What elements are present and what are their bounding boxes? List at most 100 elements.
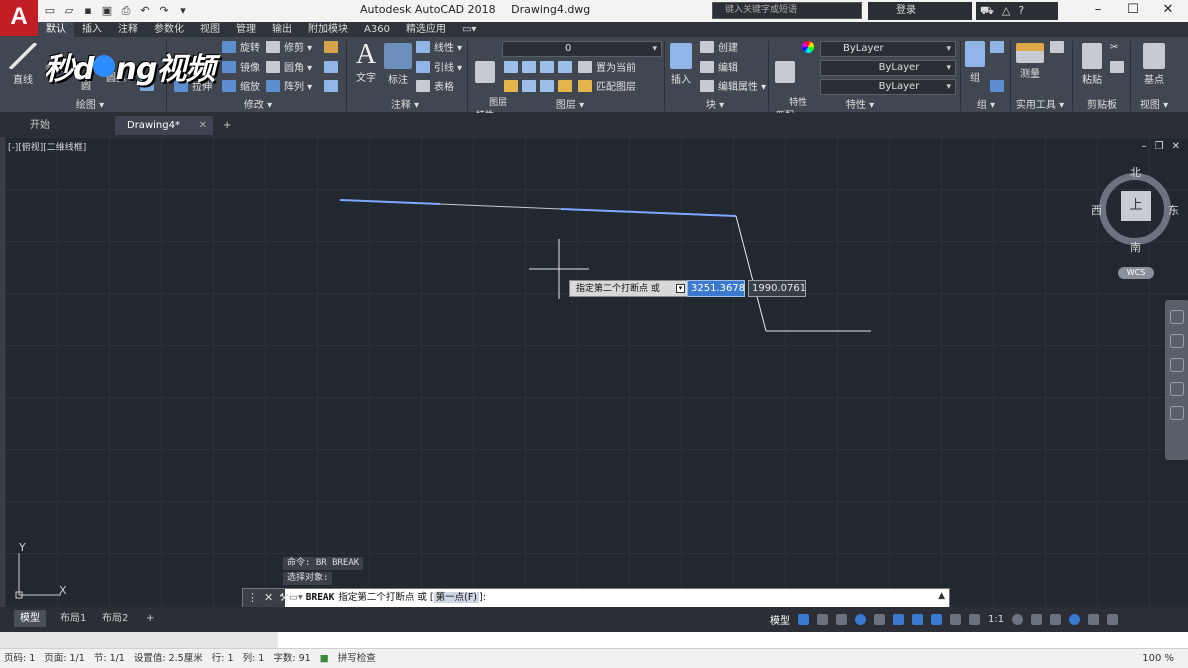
array-button[interactable]: 阵列 ▾ (266, 80, 312, 95)
new-tab-button[interactable]: + (218, 116, 238, 135)
app-menu-button[interactable]: A (0, 0, 38, 36)
command-line[interactable]: ⋮ ✕ ⚒ ▭▾ BREAK 指定第二个打断点 或 [第一点(F)]: ▲ (242, 588, 950, 608)
help-icon[interactable]: ? (1018, 2, 1024, 20)
down-arrow-icon[interactable]: ▾ (676, 284, 685, 293)
command-option-first-point[interactable]: 第一点(F) (433, 592, 480, 603)
dynamic-input-y[interactable]: 1990.0761 (748, 280, 806, 297)
command-grip-icon[interactable]: ⋮ (247, 589, 258, 607)
mirror-button[interactable]: 镜像 (222, 61, 260, 76)
base-view-button[interactable]: 基点 (1138, 43, 1170, 86)
groups-panel-label[interactable]: 组 ▾ (968, 99, 1004, 113)
compass-west[interactable]: 西 (1091, 202, 1102, 218)
save-as-icon[interactable]: ▣ (99, 3, 115, 19)
fullscreen-icon[interactable] (1088, 614, 1100, 625)
search-input[interactable]: 键入关键字或短语 (712, 2, 862, 19)
minimize-button[interactable]: – (1080, 0, 1116, 22)
settings-gear-icon[interactable] (1012, 614, 1024, 625)
tab-layout2[interactable]: 布局2 (96, 610, 134, 627)
open-file-icon[interactable]: ▱ (61, 3, 77, 19)
utilities-panel-label[interactable]: 实用工具 ▾ (1014, 99, 1066, 113)
new-file-icon[interactable]: ▭ (42, 3, 58, 19)
create-block-button[interactable]: 创建 (700, 41, 738, 56)
maximize-button[interactable]: ☐ (1115, 0, 1151, 22)
polyline-segment-selected-left[interactable] (339, 199, 441, 205)
dimension-button[interactable]: 标注 (384, 43, 412, 86)
offset-icon[interactable] (324, 80, 342, 95)
isodraft-icon[interactable] (874, 614, 885, 625)
annotation-scale-icon[interactable] (969, 614, 980, 625)
ribbon-tab[interactable]: 精选应用 (398, 22, 454, 37)
rotate-button[interactable]: 旋转 (222, 41, 260, 56)
linear-dim-button[interactable]: 线性 ▾ (416, 41, 462, 56)
measure-button[interactable]: 测量 (1014, 43, 1046, 80)
clipboard-panel-label[interactable]: 剪贴板 (1080, 99, 1124, 113)
view-panel-label[interactable]: 视图 ▾ (1130, 99, 1178, 113)
polyline-segment-selected-right[interactable] (560, 208, 737, 217)
layer-tool-icons[interactable] (504, 61, 576, 76)
group-select-icon[interactable] (990, 80, 1008, 95)
ribbon-tab[interactable]: A360 (356, 22, 398, 37)
draw-panel-label[interactable]: 绘图 ▾ (50, 99, 130, 113)
tab-start[interactable]: 开始 (18, 116, 114, 135)
new-layout-button[interactable]: + (140, 610, 160, 627)
zoom-level[interactable]: 100 % (1142, 649, 1174, 668)
close-tab-icon[interactable]: ✕ (199, 116, 207, 135)
redo-icon[interactable]: ↷ (156, 3, 172, 19)
compass-south[interactable]: 南 (1130, 239, 1141, 255)
pan-icon[interactable] (1170, 334, 1184, 348)
lineweight-dropdown[interactable]: ByLayer (820, 79, 956, 95)
wcs-menu-button[interactable]: WCS (1118, 267, 1154, 279)
group-tool-icons[interactable] (990, 41, 1008, 56)
ribbon-tab[interactable]: 管理 (228, 22, 264, 37)
close-command-icon[interactable]: ✕ (264, 589, 273, 607)
tab-drawing4[interactable]: Drawing4* ✕ (115, 116, 213, 135)
ribbon-tab[interactable]: 默认 (38, 22, 74, 37)
ribbon-tab[interactable]: 输出 (264, 22, 300, 37)
compass-east[interactable]: 东 (1168, 202, 1179, 218)
block-panel-label[interactable]: 块 ▾ (690, 99, 740, 113)
print-icon[interactable]: ⎙ (118, 3, 134, 19)
osnap-icon[interactable] (893, 614, 904, 625)
layer-dropdown[interactable]: 0 (502, 41, 662, 57)
ribbon-display-toggle-icon[interactable]: ▭▾ (454, 22, 484, 37)
color-wheel-icon[interactable] (802, 41, 818, 56)
modify-panel-label[interactable]: 修改 ▾ (218, 99, 298, 113)
erase-icon[interactable] (324, 41, 342, 56)
snap-icon[interactable] (817, 614, 828, 625)
undo-icon[interactable]: ↶ (137, 3, 153, 19)
ribbon-tab[interactable]: 插入 (74, 22, 110, 37)
otrack-icon[interactable] (912, 614, 923, 625)
annotation-panel-label[interactable]: 注释 ▾ (375, 99, 435, 113)
ribbon-tab[interactable]: 视图 (192, 22, 228, 37)
make-current-button[interactable]: 置为当前 (578, 61, 636, 76)
viewcube-top-face[interactable]: 上 (1121, 191, 1151, 221)
save-icon[interactable]: ▪ (80, 3, 96, 19)
match-layer-button[interactable]: 匹配图层 (578, 80, 636, 95)
table-button[interactable]: 表格 (416, 80, 454, 95)
zoom-extents-icon[interactable] (1170, 358, 1184, 372)
edit-block-button[interactable]: 编辑 (700, 61, 738, 76)
compass-north[interactable]: 北 (1130, 164, 1141, 180)
close-button[interactable]: ✕ (1150, 0, 1186, 22)
tab-layout1[interactable]: 布局1 (54, 610, 92, 627)
properties-panel-label[interactable]: 特性 ▾ (830, 99, 890, 113)
annotation-visibility-icon[interactable] (931, 614, 942, 625)
orbit-icon[interactable] (1170, 382, 1184, 396)
grid-icon[interactable] (798, 614, 809, 625)
copy-icon[interactable] (324, 61, 342, 76)
hardware-acceleration-icon[interactable] (1069, 614, 1081, 625)
ortho-icon[interactable] (836, 614, 847, 625)
copy-clip-icon[interactable] (1110, 61, 1128, 76)
line-button[interactable]: 直线 (8, 43, 38, 86)
drawing-canvas[interactable]: [-][俯视][二维线框] – ❐ ✕ 指定第二个打断点 或 ▾ 3251.367… (5, 137, 1188, 607)
signin-button[interactable]: 登录 (868, 2, 972, 20)
utilities-tool-icons[interactable] (1050, 41, 1068, 56)
ribbon-tab[interactable]: 附加模块 (300, 22, 356, 37)
customize-menu-icon[interactable] (1107, 614, 1119, 625)
isolate-icon[interactable] (1050, 614, 1062, 625)
text-button[interactable]: A 文字 (352, 41, 380, 85)
paste-button[interactable]: 粘贴 (1078, 43, 1106, 86)
scale-button[interactable]: 缩放 (222, 80, 260, 95)
insert-block-button[interactable]: 插入 (668, 43, 694, 86)
layers-panel-label[interactable]: 图层 ▾ (540, 99, 600, 113)
